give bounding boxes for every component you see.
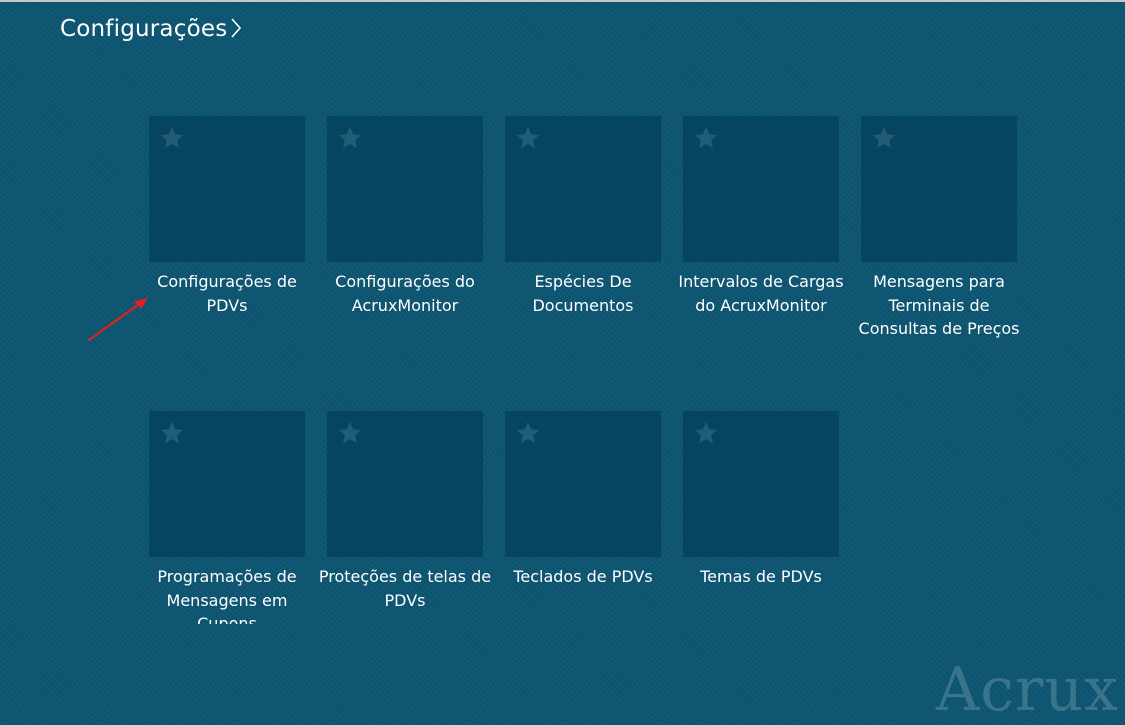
star-icon[interactable] (159, 125, 185, 151)
red-arrow-annotation (87, 298, 148, 342)
tile-temas-de-pdvs[interactable]: Temas de PDVs (672, 411, 850, 659)
top-border (0, 0, 1125, 2)
chevron-right-icon (230, 17, 242, 43)
tile-label: Programações de Mensagens em Cupons (157, 567, 297, 624)
star-icon[interactable] (693, 125, 719, 151)
star-icon[interactable] (337, 420, 363, 446)
tile-box (683, 116, 839, 262)
star-icon[interactable] (159, 420, 185, 446)
tile-configuracoes-de-pdvs[interactable]: Configurações de PDVs (138, 116, 316, 364)
breadcrumb[interactable]: Configurações (60, 14, 242, 43)
tile-box (149, 116, 305, 262)
tile-intervalos-de-cargas[interactable]: Intervalos de Cargas do AcruxMonitor (672, 116, 850, 364)
tile-box (505, 116, 661, 262)
tile-label: Proteções de telas de PDVs (318, 567, 492, 610)
tile-box (149, 411, 305, 557)
tile-protecoes-de-telas[interactable]: Proteções de telas de PDVs (316, 411, 494, 659)
tile-box (683, 411, 839, 557)
tile-label: Intervalos de Cargas do AcruxMonitor (678, 272, 844, 315)
star-icon[interactable] (871, 125, 897, 151)
tile-configuracoes-do-acruxmonitor[interactable]: Configurações do AcruxMonitor (316, 116, 494, 364)
star-icon[interactable] (515, 125, 541, 151)
tile-box (861, 116, 1017, 262)
star-icon[interactable] (515, 420, 541, 446)
tile-label: Configurações do AcruxMonitor (335, 272, 475, 315)
tile-mensagens-para-terminais[interactable]: Mensagens para Terminais de Consultas de… (850, 116, 1028, 364)
tile-especies-de-documentos[interactable]: Espécies De Documentos (494, 116, 672, 364)
tile-label: Teclados de PDVs (513, 567, 653, 586)
brand-logo: Acrux (935, 655, 1119, 725)
tile-label: Configurações de PDVs (157, 272, 297, 315)
tile-label: Espécies De Documentos (532, 272, 634, 315)
tile-label: Mensagens para Terminais de Consultas de… (858, 272, 1020, 338)
page-title: Configurações (60, 15, 228, 42)
star-icon[interactable] (693, 420, 719, 446)
tile-teclados-de-pdvs[interactable]: Teclados de PDVs (494, 411, 672, 659)
star-icon[interactable] (337, 125, 363, 151)
tile-programacoes-de-mensagens[interactable]: Programações de Mensagens em Cupons (138, 411, 316, 624)
tile-box (505, 411, 661, 557)
tile-label: Temas de PDVs (700, 567, 822, 586)
tile-box (327, 411, 483, 557)
tile-box (327, 116, 483, 262)
